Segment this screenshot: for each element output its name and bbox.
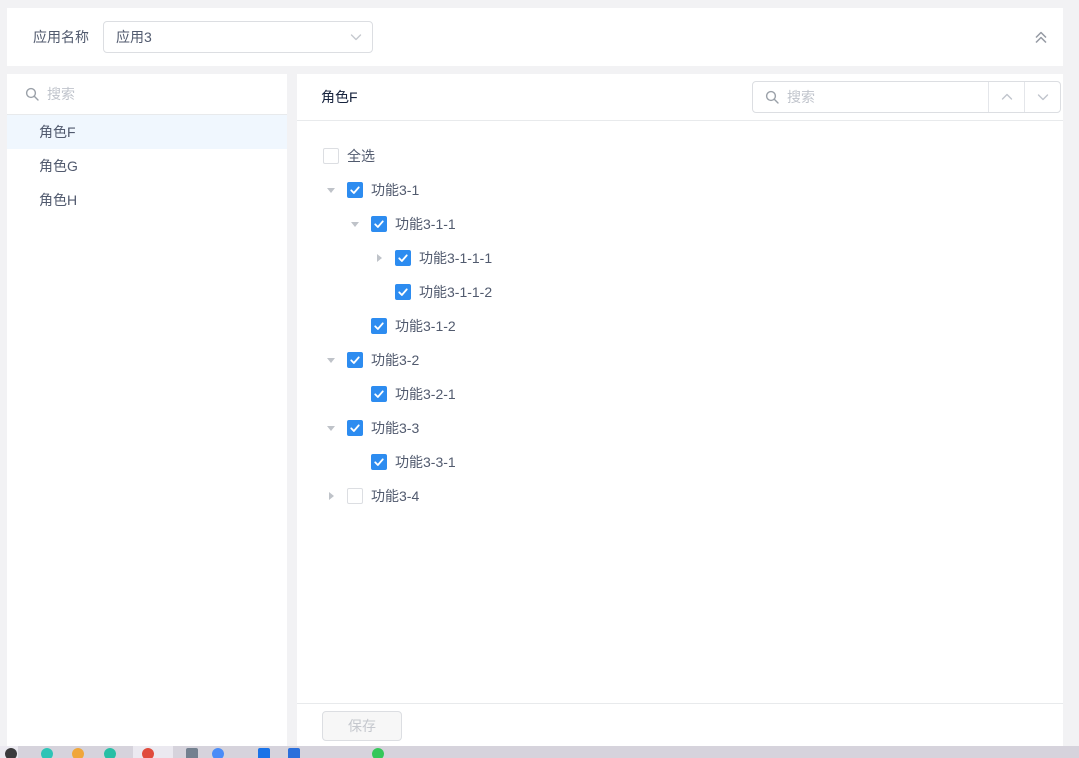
app-icon-multi[interactable] [212, 748, 224, 758]
save-button[interactable]: 保存 [322, 711, 402, 741]
select-all-row: 全选 [297, 139, 1063, 173]
app-select-value: 应用3 [116, 27, 152, 47]
tree-node-label[interactable]: 功能3-3 [371, 418, 419, 438]
tree-checkbox[interactable] [371, 454, 387, 470]
caret-right-icon[interactable] [323, 488, 347, 504]
caret-placeholder [347, 318, 371, 334]
search-next-button[interactable] [1024, 82, 1060, 112]
caret-down-icon[interactable] [323, 182, 347, 198]
sidebar-search-input[interactable] [47, 86, 273, 102]
tree-checkbox[interactable] [395, 284, 411, 300]
tree-search [752, 81, 1061, 113]
tree-checkbox[interactable] [347, 182, 363, 198]
app-icon-teal-2[interactable] [104, 748, 116, 758]
caret-placeholder [347, 386, 371, 402]
app-icon-grey-square[interactable] [186, 748, 198, 758]
tree-row: 功能3-3 [297, 411, 1063, 445]
tree-search-input[interactable] [787, 89, 988, 105]
sidebar: 角色F角色G角色H [7, 74, 287, 746]
tree-node-label[interactable]: 功能3-1-1-2 [419, 282, 492, 302]
tree-node-label[interactable]: 功能3-1-2 [395, 316, 456, 336]
tree-checkbox[interactable] [395, 250, 411, 266]
tree-row: 功能3-1-1-2 [297, 275, 1063, 309]
tree-row: 功能3-1 [297, 173, 1063, 207]
chevron-up-icon [1001, 91, 1013, 103]
caret-placeholder [347, 454, 371, 470]
permission-tree: 功能3-1 功能3-1-1 功能3-1-1-1 功能3-1-1-2 功能3-1-2 功能3… [297, 173, 1063, 513]
tree-node-label[interactable]: 功能3-3-1 [395, 452, 456, 472]
tree-node-label[interactable]: 功能3-1 [371, 180, 419, 200]
tree-checkbox[interactable] [371, 318, 387, 334]
app-select[interactable]: 应用3 [103, 21, 373, 53]
tree-row: 功能3-4 [297, 479, 1063, 513]
tree-node-label[interactable]: 功能3-2 [371, 350, 419, 370]
app-icon-dark[interactable] [5, 748, 17, 758]
caret-right-icon[interactable] [371, 250, 395, 266]
main-header: 角色F [297, 74, 1063, 121]
main-panel: 角色F 全选 功能3-1功能3-1- [297, 74, 1063, 746]
tree-row: 功能3-2-1 [297, 377, 1063, 411]
list-item[interactable]: 角色F [7, 115, 287, 149]
collapse-double-chevron-up-icon[interactable] [1033, 30, 1049, 45]
search-icon [765, 90, 779, 104]
caret-down-icon[interactable] [347, 216, 371, 232]
app-icon-blue-square[interactable] [258, 748, 270, 758]
list-item[interactable]: 角色H [7, 183, 287, 217]
tree-checkbox[interactable] [347, 488, 363, 504]
select-all-checkbox[interactable] [323, 148, 339, 164]
tree-checkbox[interactable] [347, 352, 363, 368]
chevron-down-icon [350, 31, 362, 43]
app-icon-red[interactable] [142, 748, 154, 758]
main-footer: 保存 [297, 703, 1063, 746]
caret-down-icon[interactable] [323, 352, 347, 368]
tree-node-label[interactable]: 功能3-4 [371, 486, 419, 506]
app-icon-green[interactable] [372, 748, 384, 758]
caret-placeholder [371, 284, 395, 300]
app-icon-teal[interactable] [41, 748, 53, 758]
top-bar: 应用名称 应用3 [7, 8, 1063, 66]
search-prev-button[interactable] [988, 82, 1024, 112]
app-icon-blue[interactable] [288, 748, 300, 758]
chevron-down-icon [1037, 91, 1049, 103]
tree-row: 功能3-3-1 [297, 445, 1063, 479]
main-body: 全选 功能3-1 功能3-1-1 功能3-1-1-1 功能3-1-1-2 功能3-1-2… [297, 121, 1063, 703]
app-name-label: 应用名称 [33, 27, 89, 47]
sidebar-search [7, 74, 287, 115]
caret-down-icon[interactable] [323, 420, 347, 436]
tree-row: 功能3-2 [297, 343, 1063, 377]
app-icon-folder[interactable] [72, 748, 84, 758]
role-list: 角色F角色G角色H [7, 115, 287, 217]
tree-checkbox[interactable] [347, 420, 363, 436]
page-title: 角色F [321, 87, 358, 107]
tree-checkbox[interactable] [371, 386, 387, 402]
tree-row: 功能3-1-2 [297, 309, 1063, 343]
search-icon [25, 87, 39, 101]
tree-node-label[interactable]: 功能3-2-1 [395, 384, 456, 404]
tree-node-label[interactable]: 功能3-1-1-1 [419, 248, 492, 268]
list-item[interactable]: 角色G [7, 149, 287, 183]
tree-checkbox[interactable] [371, 216, 387, 232]
taskbar[interactable] [0, 746, 1079, 758]
tree-row: 功能3-1-1 [297, 207, 1063, 241]
tree-row: 功能3-1-1-1 [297, 241, 1063, 275]
tree-node-label[interactable]: 功能3-1-1 [395, 214, 456, 234]
select-all-label: 全选 [347, 146, 375, 166]
